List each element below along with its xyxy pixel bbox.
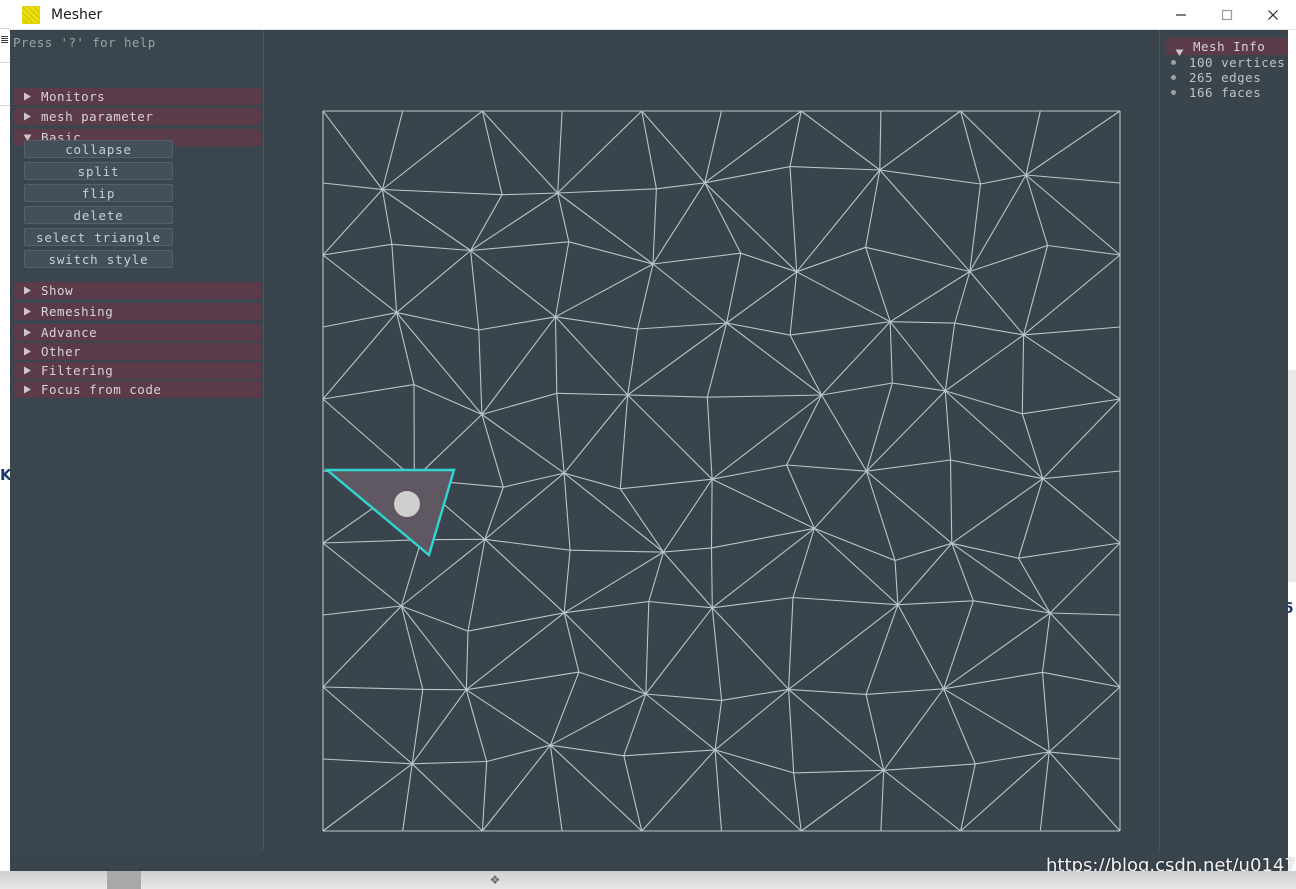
background-window-left-rule <box>0 28 10 29</box>
sidebar-section-other[interactable]: Other <box>13 343 261 360</box>
split-button[interactable]: split <box>24 162 173 180</box>
triangle-down-icon <box>1175 42 1184 56</box>
select-triangle-button[interactable]: select triangle <box>24 228 173 246</box>
bullet-icon <box>1171 75 1176 80</box>
triangle-right-icon <box>23 92 32 101</box>
sidebar-section-monitors[interactable]: Monitors <box>13 88 261 105</box>
sidebar-section-label: Monitors <box>41 89 106 104</box>
flip-button-label: flip <box>81 185 116 201</box>
mesh-info-faces: 166 faces <box>1171 85 1261 100</box>
switch-style-button-label: switch style <box>48 251 149 267</box>
sidebar-section-label: Show <box>41 283 74 298</box>
mesh-info-vertices: 100 vertices <box>1171 55 1285 70</box>
mesh-canvas <box>322 110 1121 832</box>
sidebar-section-mesh-parameter[interactable]: mesh parameter <box>13 108 261 125</box>
delete-button[interactable]: delete <box>24 206 173 224</box>
triangle-right-icon <box>23 286 32 295</box>
mesh-info-title: Mesh Info <box>1193 39 1266 54</box>
bullet-icon <box>1171 90 1176 95</box>
window-titlebar: Mesher <box>10 0 1296 30</box>
sidebar-section-focus-from-code[interactable]: Focus from code <box>13 381 261 398</box>
delete-button-label: delete <box>73 207 124 223</box>
minimize-icon <box>1176 13 1186 16</box>
sidebar: Press '?' for help Monitors mesh paramet… <box>10 30 263 871</box>
window-controls <box>1158 0 1296 30</box>
maximize-icon <box>1221 9 1233 20</box>
background-window-left-rule <box>0 105 10 106</box>
window-title: Mesher <box>51 6 103 23</box>
sidebar-section-remeshing[interactable]: Remeshing <box>13 303 261 320</box>
mesh-info-edges: 265 edges <box>1171 70 1261 85</box>
sidebar-section-label: Remeshing <box>41 304 114 319</box>
background-window-scrollbar[interactable] <box>1288 370 1296 582</box>
close-button[interactable] <box>1250 0 1296 30</box>
select-triangle-button-label: select triangle <box>36 229 161 245</box>
mesh-info-value: 166 faces <box>1189 85 1262 100</box>
mesh-info-value: 265 edges <box>1189 70 1262 85</box>
application-body: Press '?' for help Monitors mesh paramet… <box>10 30 1288 871</box>
bullet-icon <box>1171 60 1176 65</box>
vertex-marker <box>394 491 420 517</box>
sidebar-section-label: Other <box>41 344 82 359</box>
mesher-app-icon <box>22 5 40 24</box>
mesh-info-value: 100 vertices <box>1189 55 1286 70</box>
info-panel-divider <box>1159 30 1160 850</box>
os-taskbar[interactable] <box>0 871 1296 889</box>
sidebar-section-label: Focus from code <box>41 382 162 397</box>
app-root: ≣ K 6 Mesher Press '?' for help Monitors… <box>0 0 1296 889</box>
background-window-left-rule <box>0 62 10 63</box>
background-window-left <box>0 28 10 871</box>
os-taskbar-segment[interactable] <box>107 871 141 889</box>
switch-style-button[interactable]: switch style <box>24 250 173 268</box>
flip-button[interactable]: flip <box>24 184 173 202</box>
collapse-button-label: collapse <box>65 141 132 157</box>
sidebar-section-label: mesh parameter <box>41 109 154 124</box>
triangle-right-icon <box>23 307 32 316</box>
minimize-button[interactable] <box>1158 0 1204 30</box>
collapse-button[interactable]: collapse <box>24 140 173 158</box>
maximize-button[interactable] <box>1204 0 1250 30</box>
sidebar-section-show[interactable]: Show <box>13 282 261 299</box>
background-left-icon: ≣ <box>0 33 10 46</box>
triangle-right-icon <box>23 112 32 121</box>
sidebar-section-label: Advance <box>41 325 98 340</box>
help-hint: Press '?' for help <box>13 35 156 50</box>
triangle-right-icon <box>23 328 32 337</box>
close-icon <box>1268 9 1278 20</box>
sidebar-section-advance[interactable]: Advance <box>13 324 261 341</box>
mesh-viewport[interactable] <box>264 30 1160 850</box>
os-taskbar-icon[interactable]: ❖ <box>480 873 510 887</box>
triangle-right-icon <box>23 347 32 356</box>
mesh-info-header[interactable]: Mesh Info <box>1165 38 1288 56</box>
triangle-right-icon <box>23 385 32 394</box>
split-button-label: split <box>77 163 120 179</box>
triangle-right-icon <box>23 366 32 375</box>
sidebar-section-filtering[interactable]: Filtering <box>13 362 261 379</box>
sidebar-section-label: Filtering <box>41 363 114 378</box>
